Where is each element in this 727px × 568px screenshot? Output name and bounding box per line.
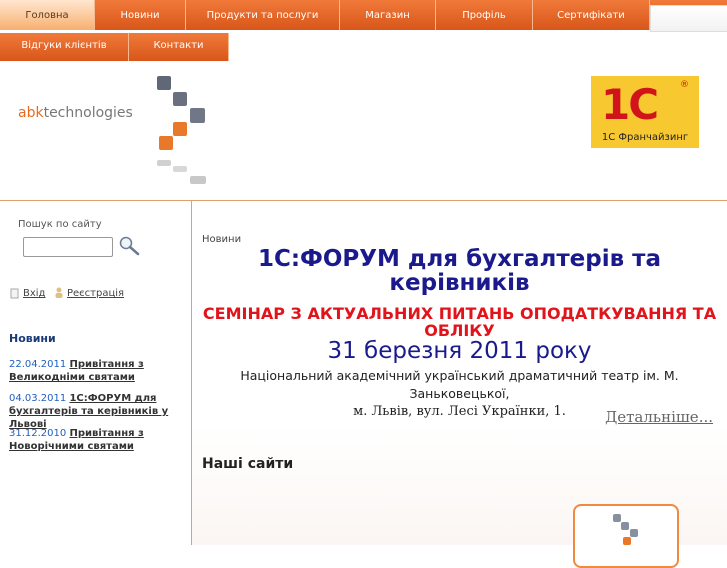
login-link[interactable]: Вхід [23, 288, 45, 299]
nav-tab-profile[interactable]: Профіль [436, 0, 533, 30]
venue-line: Національний академічний український дра… [240, 368, 679, 401]
news-heading: Новини [9, 332, 56, 345]
badge-registered: ® [680, 80, 689, 90]
login-icon [10, 288, 19, 299]
news-date: 22.04.2011 [9, 359, 67, 370]
nav-tab-contacts[interactable]: Контакти [129, 33, 229, 61]
search-label: Пошук по сайту [18, 219, 102, 230]
nav-tab-news[interactable]: Новини [95, 0, 186, 30]
top-nav: Головна Новини Продукти та послуги Магаз… [0, 0, 727, 32]
badge-subtitle: 1С Франчайзинг [601, 132, 689, 143]
nav-spacer [650, 5, 727, 32]
news-item[interactable]: 04.03.2011 1С:ФОРУМ для бухгалтерів та к… [9, 392, 187, 431]
badge-logo: 1С [601, 80, 659, 129]
search-icon [119, 236, 140, 256]
logo-square-icon [173, 92, 187, 106]
nav-tab-products[interactable]: Продукти та послуги [186, 0, 340, 30]
event-date: 31 березня 2011 року [327, 338, 592, 364]
franchise-badge[interactable]: 1С ® 1С Франчайзинг [591, 76, 699, 148]
logo-square-icon [613, 514, 621, 522]
site-tile[interactable] [573, 504, 679, 568]
logo-abk: abk [18, 105, 44, 121]
nav-tab-shop[interactable]: Магазин [340, 0, 436, 30]
logo-shadow-icon [190, 176, 206, 184]
main-content: Новини 1С:ФОРУМ для бухгалтерів та керів… [192, 201, 727, 568]
our-sites-heading: Наші сайти [202, 456, 294, 472]
news-item[interactable]: 22.04.2011 Привітання з Великодніми свят… [9, 358, 187, 384]
news-date: 04.03.2011 [9, 393, 67, 404]
logo-shadow-icon [173, 166, 187, 172]
nav-tab-certificates[interactable]: Сертифікати [533, 0, 650, 30]
logo-technologies: technologies [43, 105, 133, 121]
nav-tab-reviews[interactable]: Відгуки клієнтів [0, 33, 129, 61]
top-nav-row2: Відгуки клієнтів Контакти [0, 33, 727, 61]
logo-square-icon [621, 522, 629, 530]
user-icon [55, 287, 63, 298]
read-more-link[interactable]: Детальніше... [605, 408, 713, 426]
header: abktechnologies 1С ® 1С Франчайзинг [0, 61, 727, 200]
logo-shadow-icon [157, 160, 171, 166]
breadcrumb: Новини [202, 234, 242, 245]
logo-square-icon [157, 76, 171, 90]
seminar-heading: СЕМІНАР З АКТУАЛЬНИХ ПИТАНЬ ОПОДАТКУВАНН… [202, 304, 717, 340]
logo-square-icon [173, 122, 187, 136]
nav-tab-home[interactable]: Головна [0, 0, 95, 30]
news-item[interactable]: 31.12.2010 Привітання з Новорічними свят… [9, 427, 187, 453]
logo-square-icon [623, 537, 631, 545]
article-title: 1С:ФОРУМ для бухгалтерів та керівників [257, 246, 662, 296]
logo-square-icon [630, 529, 638, 537]
search-button[interactable] [118, 235, 142, 257]
search-input[interactable] [23, 237, 113, 257]
logo-square-icon [190, 108, 205, 123]
news-date: 31.12.2010 [9, 428, 67, 439]
site-logo[interactable]: abktechnologies [18, 105, 133, 121]
register-link[interactable]: Реєстрація [67, 288, 124, 299]
logo-square-icon [159, 136, 173, 150]
